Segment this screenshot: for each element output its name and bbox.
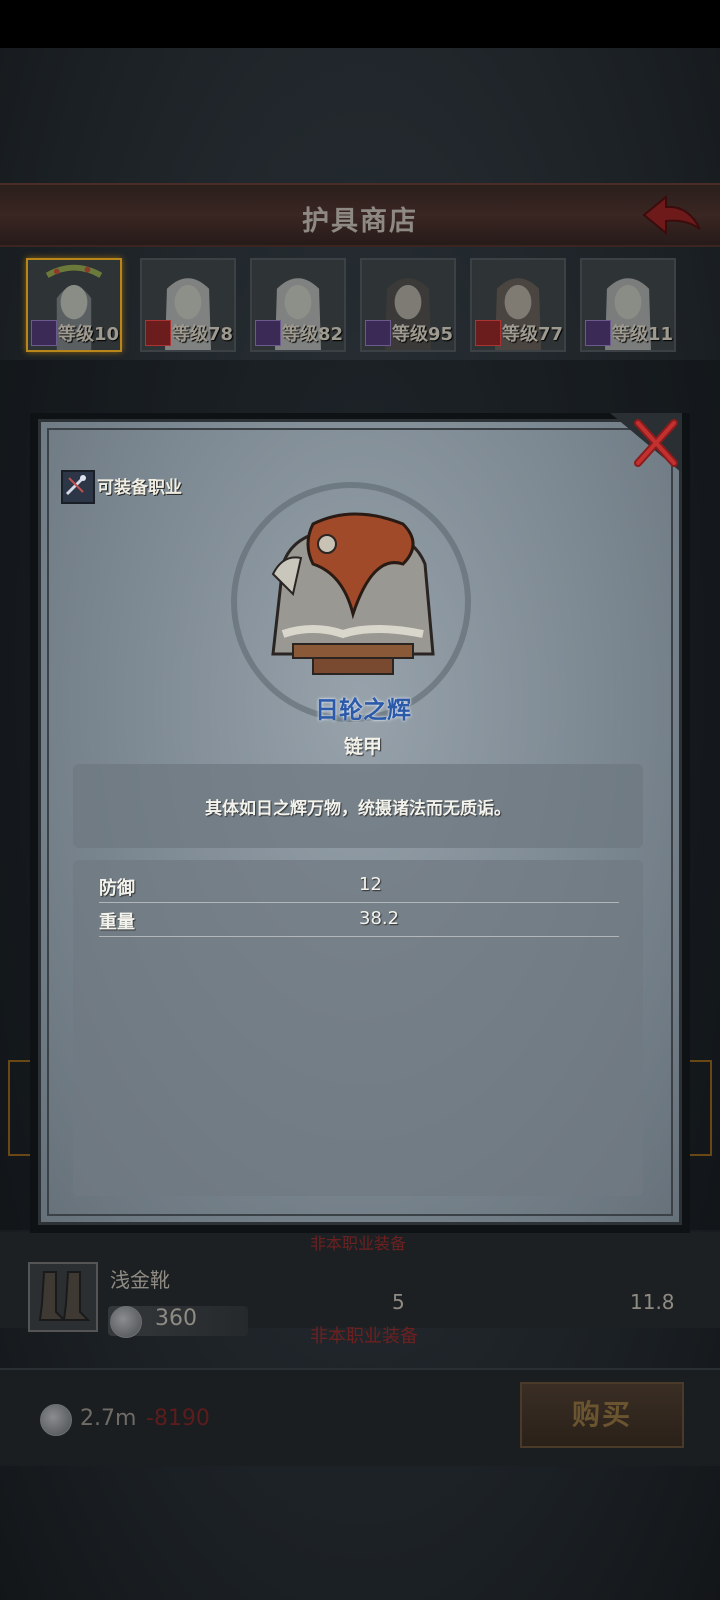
hero-level: 等级82 [282,324,344,345]
hero-selection-row: 等级100 等级78 等级82 等级95 [26,258,706,354]
stat-value: 12 [359,874,382,895]
item-weight: 11.8 [630,1290,675,1314]
stats-panel: 防御 12 重量 38.2 [73,860,643,1196]
shop-header: 护具商店 [0,183,720,247]
status-bar [0,0,720,48]
boots-icon [28,1262,98,1332]
fist-icon [475,320,501,346]
chainmail-armor-icon [271,512,435,675]
stat-row-defense: 防御 12 [99,868,619,903]
sword-icon [365,320,391,346]
side-bracket-right [688,1060,712,1156]
item-title: 日轮之辉 [315,696,411,724]
hero-card[interactable]: 等级77 [470,258,566,352]
item-defense: 5 [392,1290,405,1314]
money-amount: 2.7m [80,1406,137,1431]
staff-icon [585,320,611,346]
buy-button[interactable]: 购买 [520,1382,684,1448]
fist-icon [145,320,171,346]
item-price: 360 [155,1306,197,1331]
item-detail-modal: 可装备职业 日轮之辉 链甲 其体如日之辉万物，统摄诸法而无质诟。 防御 12 重… [30,413,690,1233]
money-delta: -8190 [146,1406,210,1431]
coin-icon [40,1404,72,1436]
hero-level: 等级118 [612,324,674,345]
modal-panel: 可装备职业 日轮之辉 链甲 其体如日之辉万物，统摄诸法而无质诟。 防御 12 重… [38,419,682,1225]
equip-class-label: 可装备职业 [97,478,182,498]
hero-card[interactable]: 等级95 [360,258,456,352]
staff-icon [255,320,281,346]
stat-value: 38.2 [359,908,400,929]
class-warning-text: 非本职业装备 [310,1234,407,1253]
stat-name: 防御 [99,878,135,899]
hero-card[interactable]: 等级78 [140,258,236,352]
item-type: 链甲 [343,736,382,758]
hero-card[interactable]: 等级82 [250,258,346,352]
hero-level: 等级100 [58,324,120,345]
item-description: 其体如日之辉万物，统摄诸法而无质诟。 [205,799,511,819]
item-name: 浅金靴 [110,1268,170,1292]
stat-row-weight: 重量 38.2 [99,902,619,937]
hero-level: 等级78 [172,324,234,345]
class-warning-text: 非本职业装备 [310,1326,418,1347]
coin-icon [110,1306,142,1338]
staff-class-icon [61,470,95,504]
stat-name: 重量 [99,912,135,933]
hero-card[interactable]: 等级118 [580,258,676,352]
staff-icon [31,320,57,346]
close-icon[interactable] [610,413,682,473]
side-bracket-left [8,1060,32,1156]
hero-card[interactable]: 等级100 [26,258,122,352]
hero-level: 等级95 [392,324,454,345]
description-panel: 其体如日之辉万物，统摄诸法而无质诟。 [73,764,643,848]
hero-level: 等级77 [502,324,564,345]
shop-title: 护具商店 [302,206,418,237]
back-arrow-icon[interactable] [640,193,704,237]
